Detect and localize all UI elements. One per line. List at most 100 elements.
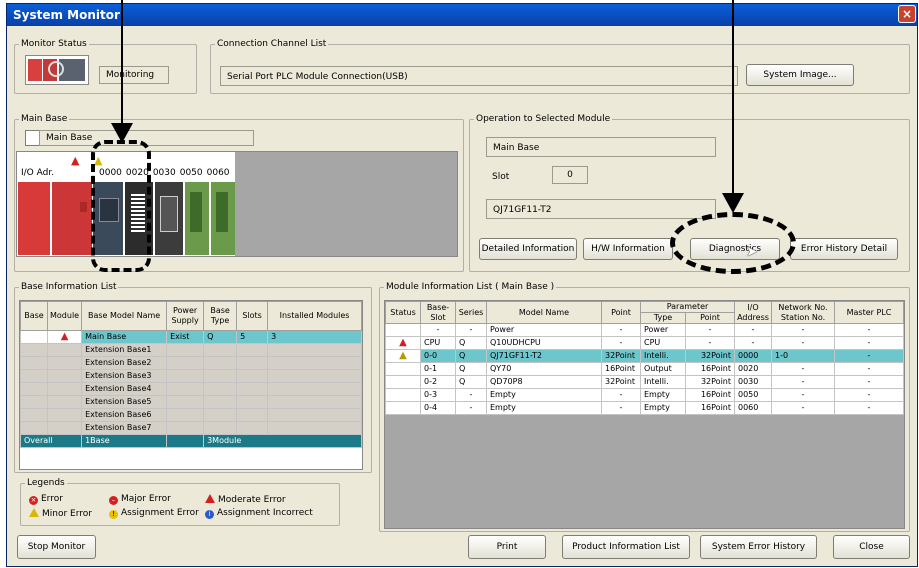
cell-model: QJ71GF11-T2 xyxy=(486,349,602,363)
cell-point: - xyxy=(601,323,641,337)
monitor-status-legend: Monitor Status xyxy=(21,39,87,49)
hw-information-button[interactable]: H/W Information xyxy=(583,238,673,260)
overall-bases: 1Base xyxy=(81,434,168,448)
annotation-arrow-line-left xyxy=(121,0,123,125)
cell-network: - xyxy=(771,362,835,376)
table-row[interactable]: Extension Base3 xyxy=(20,369,362,383)
table-row[interactable]: 0-2 Q QD70P8 32Point Intelli. 32Point 00… xyxy=(385,375,904,389)
cell-point: 16Point xyxy=(601,362,641,376)
column-header[interactable]: Master PLC xyxy=(834,301,904,324)
module-information-table-wrapper: Status Base-Slot Series Model Name Point… xyxy=(384,300,905,529)
slot-4-empty[interactable] xyxy=(211,182,235,255)
table-row[interactable]: 0-3 - Empty - Empty 16Point 0050 - - xyxy=(385,388,904,402)
system-image-button[interactable]: System Image... xyxy=(746,64,854,86)
column-header[interactable]: Status xyxy=(385,301,421,324)
legend-assignment-incorrect: i Assignment Incorrect xyxy=(205,508,313,519)
cell-model: Empty xyxy=(486,388,602,402)
power-supply-module[interactable] xyxy=(18,182,50,255)
product-information-list-button[interactable]: Product Information List xyxy=(562,535,690,559)
system-error-history-button[interactable]: System Error History xyxy=(700,535,817,559)
legend-label: Moderate Error xyxy=(218,495,286,505)
cell-master: - xyxy=(834,388,904,402)
column-header[interactable]: Model Name xyxy=(486,301,602,324)
column-header[interactable]: Slots xyxy=(236,301,269,331)
io-adr-label: I/O Adr. xyxy=(21,168,55,178)
cell-series: Q xyxy=(455,375,487,389)
cell-param-type: Power xyxy=(640,323,686,337)
title-bar: System Monitor × xyxy=(7,4,917,26)
slot-3-empty[interactable] xyxy=(185,182,209,255)
table-row[interactable]: Extension Base4 xyxy=(20,382,362,396)
cell-model: Q10UDHCPU xyxy=(486,336,602,350)
column-header[interactable]: I/O Address xyxy=(734,301,772,324)
cell-io: - xyxy=(734,336,772,350)
cell-base-model: Extension Base1 xyxy=(81,343,168,357)
column-header[interactable]: Power Supply xyxy=(166,301,205,331)
column-header[interactable]: Parameter xyxy=(640,301,735,313)
table-row[interactable]: Extension Base7 xyxy=(20,421,362,435)
table-row[interactable]: Extension Base6 xyxy=(20,408,362,422)
table-row[interactable]: Extension Base1 xyxy=(20,343,362,357)
cell-param-point: - xyxy=(685,336,735,350)
column-header[interactable]: Base Model Name xyxy=(81,301,168,331)
moderate-error-status-icon: ▲ xyxy=(385,336,421,350)
legend-error: × Error xyxy=(29,494,63,505)
column-header[interactable]: Network No. Station No. xyxy=(771,301,835,324)
io-address: 0060 xyxy=(206,168,230,178)
cell-slot: - xyxy=(420,323,456,337)
selected-base-field: Main Base xyxy=(486,137,716,157)
legends-legend: Legends xyxy=(27,478,65,488)
column-header[interactable]: Base xyxy=(20,301,48,331)
close-button[interactable]: Close xyxy=(833,535,910,559)
legend-minor-error: Minor Error xyxy=(29,508,92,519)
column-header[interactable]: Base Type xyxy=(203,301,238,331)
monitor-status-icon xyxy=(25,55,89,85)
column-header[interactable]: Installed Modules xyxy=(267,301,362,331)
column-header[interactable]: Type xyxy=(640,312,686,324)
cell-param-type: Empty xyxy=(640,388,686,402)
annotation-arrow-line-right xyxy=(732,0,734,195)
cell-param-point: 32Point xyxy=(685,349,735,363)
table-row[interactable]: ▲ 0-0 Q QJ71GF11-T2 32Point Intelli. 32P… xyxy=(385,349,904,363)
table-row[interactable]: Extension Base5 xyxy=(20,395,362,409)
cell-param-point: 16Point xyxy=(685,388,735,402)
cell-network: - xyxy=(771,336,835,350)
error-history-detail-button[interactable]: Error History Detail xyxy=(790,238,898,260)
column-header[interactable]: Base-Slot xyxy=(420,301,456,324)
assignment-incorrect-icon: i xyxy=(205,510,214,519)
column-header[interactable]: Point xyxy=(601,301,641,324)
cell-model: Power xyxy=(486,323,602,337)
cell-series: - xyxy=(455,323,487,337)
stop-monitor-button[interactable]: Stop Monitor xyxy=(17,535,96,559)
slot-2-module[interactable] xyxy=(155,182,183,255)
legend-label: Assignment Error xyxy=(121,508,199,518)
main-base-rack[interactable]: ▲ ▲ I/O Adr. 0000 0020 0030 0050 0060 xyxy=(16,151,458,257)
cell-series: Q xyxy=(455,349,487,363)
cell-io: 0000 xyxy=(734,349,772,363)
column-header[interactable]: Point xyxy=(685,312,735,324)
detailed-information-button[interactable]: Detailed Information xyxy=(479,238,577,260)
legends-group: Legends × Error – Major Error Moderate Err… xyxy=(20,478,340,526)
cell-point: - xyxy=(601,336,641,350)
cell-point: - xyxy=(601,401,641,415)
cell-param-point: 16Point xyxy=(685,401,735,415)
table-row[interactable]: Extension Base2 xyxy=(20,356,362,370)
cell-series: - xyxy=(455,388,487,402)
table-row[interactable]: 0-4 - Empty - Empty 16Point 0060 - - xyxy=(385,401,904,415)
column-header[interactable]: Series xyxy=(455,301,487,324)
base-information-legend: Base Information List xyxy=(21,282,117,292)
legend-assignment-error: ! Assignment Error xyxy=(109,508,199,519)
table-row[interactable]: - - Power - Power - - - - xyxy=(385,323,904,337)
print-button[interactable]: Print xyxy=(468,535,546,559)
cell-base-type: Q xyxy=(203,330,238,344)
column-header[interactable]: Module xyxy=(46,301,83,331)
module-header-row: Status Base-Slot Series Model Name Point… xyxy=(385,301,904,324)
cell-io: 0060 xyxy=(734,401,772,415)
table-row[interactable]: ▲ Main Base Exist Q 5 3 xyxy=(20,330,362,344)
cpu-module[interactable] xyxy=(51,182,92,255)
table-row[interactable]: ▲ CPU Q Q10UDHCPU - CPU - - - - xyxy=(385,336,904,350)
close-window-button[interactable]: × xyxy=(898,5,916,23)
cell-network: - xyxy=(771,401,835,415)
cell-io: - xyxy=(734,323,772,337)
table-row[interactable]: 0-1 Q QY70 16Point Output 16Point 0020 -… xyxy=(385,362,904,376)
